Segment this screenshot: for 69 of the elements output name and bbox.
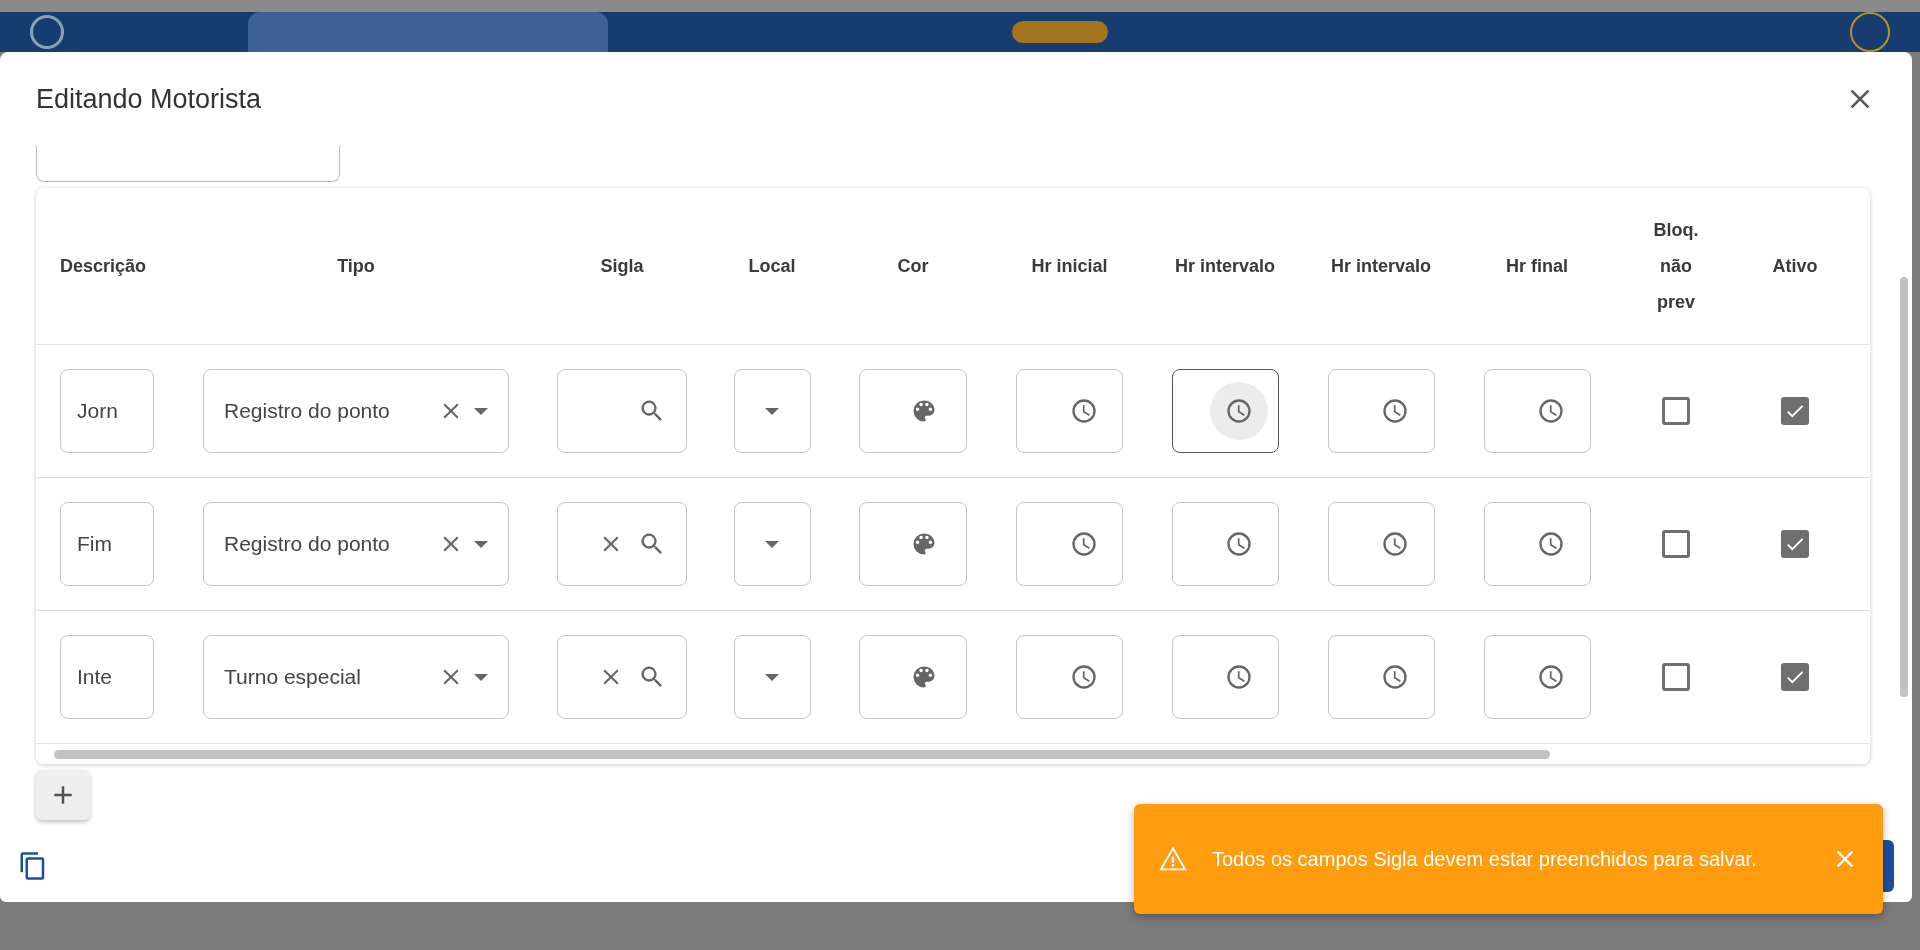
- add-button[interactable]: [36, 770, 90, 820]
- clock-icon: [1069, 530, 1098, 558]
- column-header: Bloq. não prev: [1652, 219, 1700, 314]
- time-field[interactable]: [1016, 635, 1123, 719]
- checkbox[interactable]: [1781, 663, 1809, 691]
- time-field[interactable]: [1483, 369, 1591, 453]
- scrollbar-thumb[interactable]: [1900, 277, 1908, 697]
- description-field[interactable]: Fim: [60, 502, 154, 586]
- sigla-search-field[interactable]: [557, 369, 687, 453]
- local-select[interactable]: [733, 502, 811, 586]
- clock-icon: [1381, 663, 1409, 691]
- dialog-title: Editando Motorista: [36, 83, 262, 115]
- clock-icon: [1381, 397, 1409, 425]
- caret-icon: [765, 407, 779, 415]
- checkbox[interactable]: [1662, 663, 1690, 691]
- logo-icon: [30, 15, 64, 49]
- description-field[interactable]: Jorn: [60, 369, 154, 453]
- clock-icon: [1225, 530, 1253, 558]
- caret-icon: [474, 673, 488, 681]
- checkbox[interactable]: [1781, 530, 1809, 558]
- clock-icon: [1069, 663, 1098, 691]
- description-field[interactable]: Inte: [60, 635, 154, 719]
- column-header: Hr final: [1506, 255, 1568, 278]
- caret-icon: [765, 540, 779, 548]
- clock-icon: [1069, 397, 1098, 425]
- time-field[interactable]: [1016, 502, 1123, 586]
- sigla-search-field[interactable]: [557, 502, 687, 586]
- column-header: Hr inicial: [1031, 255, 1108, 278]
- color-picker-field[interactable]: [859, 502, 967, 586]
- column-header: Ativo: [1772, 255, 1818, 278]
- time-field[interactable]: [1483, 635, 1591, 719]
- time-field[interactable]: [1016, 369, 1123, 453]
- clock-icon: [1537, 530, 1565, 558]
- input-field[interactable]: [36, 146, 340, 182]
- column-header: Cor: [897, 255, 929, 278]
- local-select[interactable]: [733, 369, 811, 453]
- time-field[interactable]: [1171, 635, 1279, 719]
- toast-message: Todos os campos Sigla devem estar preenchidos para salvar.: [1212, 847, 1758, 872]
- time-field[interactable]: [1171, 502, 1279, 586]
- clock-icon: [1381, 530, 1409, 558]
- color-picker-field[interactable]: [859, 369, 967, 453]
- time-field[interactable]: [1327, 369, 1435, 453]
- local-select[interactable]: [733, 635, 811, 719]
- scrollbar-thumb[interactable]: [54, 750, 1550, 759]
- color-picker-field[interactable]: [859, 635, 967, 719]
- type-select[interactable]: Turno especial: [203, 635, 509, 719]
- time-field[interactable]: [1171, 369, 1279, 453]
- clock-icon: [1537, 397, 1565, 425]
- time-field[interactable]: [1327, 635, 1435, 719]
- column-header: Hr intervalo: [1175, 255, 1275, 278]
- column-header: Descrição: [60, 255, 147, 278]
- type-select[interactable]: Registro do ponto: [203, 502, 509, 586]
- caret-icon: [474, 407, 488, 415]
- checkbox[interactable]: [1781, 397, 1809, 425]
- clock-icon: [1537, 663, 1565, 691]
- caret-icon: [474, 540, 488, 548]
- column-header: Hr intervalo: [1331, 255, 1431, 278]
- time-field[interactable]: [1483, 502, 1591, 586]
- time-field[interactable]: [1327, 502, 1435, 586]
- checkbox[interactable]: [1662, 530, 1690, 558]
- column-header: Tipo: [337, 255, 375, 278]
- column-header: Sigla: [600, 255, 644, 278]
- column-header: Local: [748, 255, 796, 278]
- checkbox[interactable]: [1662, 397, 1690, 425]
- type-select[interactable]: Registro do ponto: [203, 369, 509, 453]
- clock-icon: [1225, 397, 1253, 425]
- caret-icon: [765, 673, 779, 681]
- clock-icon: [1225, 663, 1253, 691]
- sigla-search-field[interactable]: [557, 635, 687, 719]
